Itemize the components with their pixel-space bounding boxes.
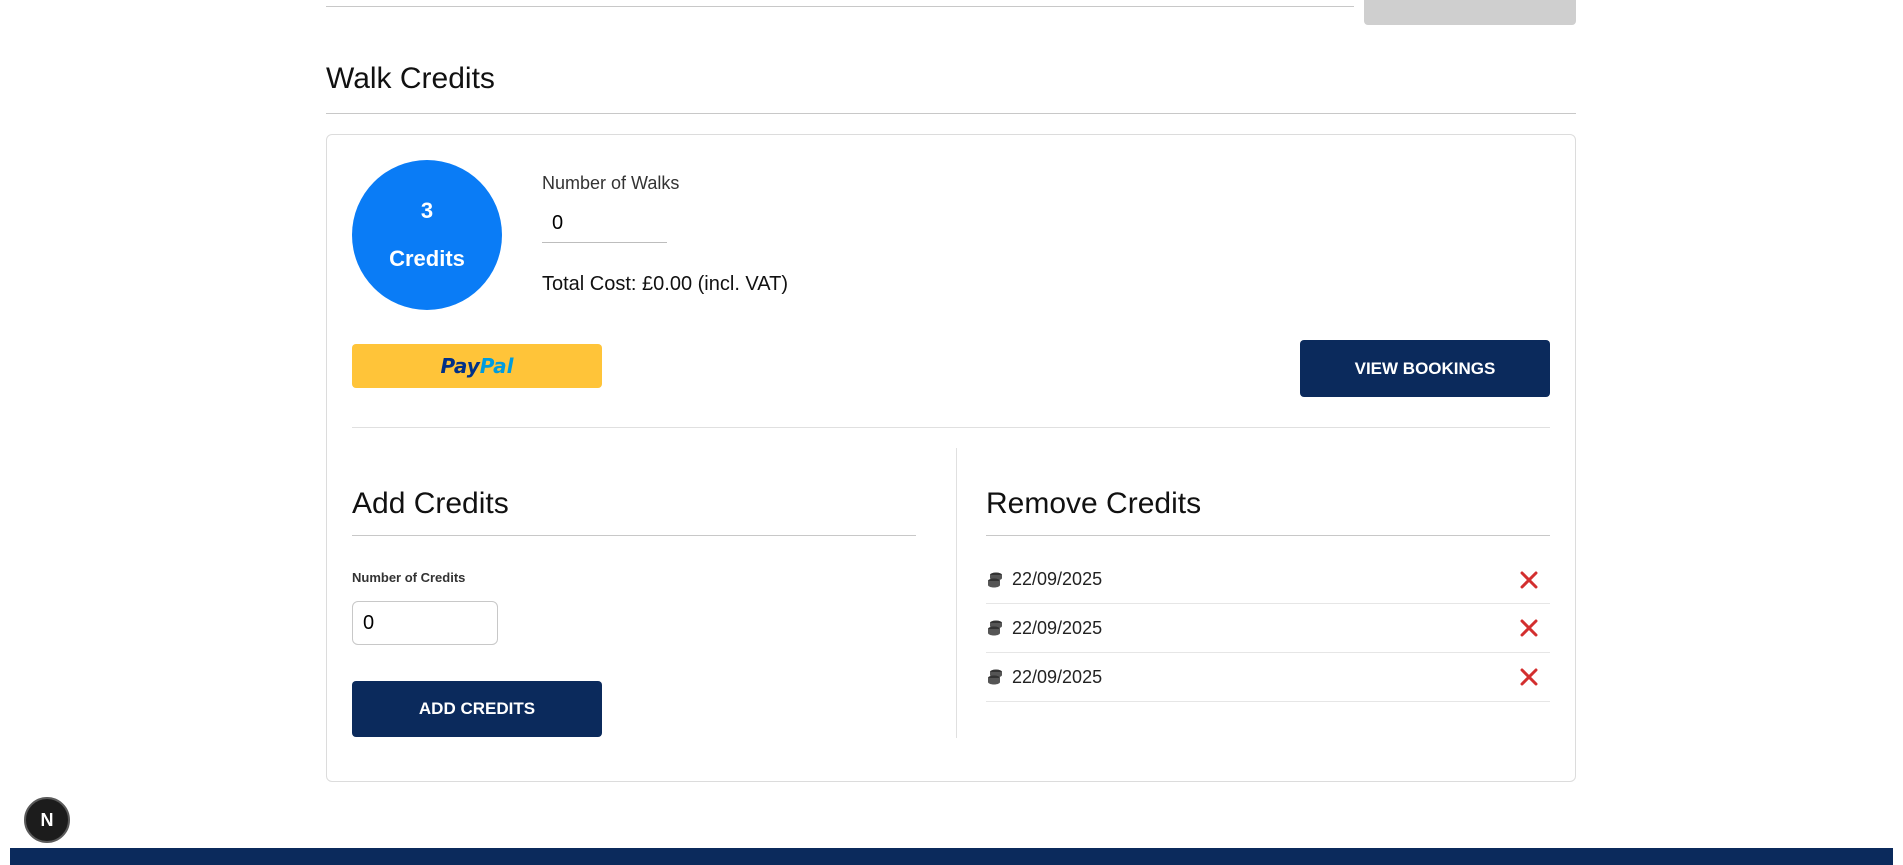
add-new-dog-button[interactable]: ADD NEW DOG [1364, 0, 1576, 25]
coins-icon [988, 620, 1002, 636]
credit-unit: Credits [389, 246, 465, 271]
footer-bar [10, 848, 1893, 865]
credit-date: 22/09/2025 [1012, 666, 1103, 687]
coins-icon [988, 572, 1002, 587]
nextjs-dev-badge[interactable]: N [24, 797, 70, 843]
remove-credits-divider [986, 535, 1550, 536]
paypal-logo-pay: Pay [440, 354, 480, 378]
remove-credits-list: 22/09/2025 22/09/2025 22/09/2025 [986, 556, 1550, 702]
add-credits-title: Add Credits [352, 487, 509, 520]
walk-credits-title: Walk Credits [326, 62, 495, 95]
credit-entry: 22/09/2025 [986, 569, 1102, 590]
number-of-credits-label: Number of Credits [352, 570, 466, 585]
number-of-walks-label: Number of Walks [542, 173, 680, 193]
paypal-button[interactable]: Pay Pal [352, 344, 602, 388]
nextjs-letter: N [40, 809, 54, 830]
paypal-logo-pal: Pal [479, 354, 514, 378]
page: ADD NEW DOG Walk Credits 3 Credits Numbe… [0, 0, 1903, 865]
add-credits-button[interactable]: ADD CREDITS [352, 681, 602, 737]
coins-icon [988, 669, 1002, 685]
credit-count: 3 [420, 198, 434, 223]
remove-credit-icon[interactable] [1518, 569, 1540, 591]
walk-credits-divider [326, 113, 1576, 114]
credit-entry: 22/09/2025 [986, 667, 1102, 688]
credit-date: 22/09/2025 [1012, 617, 1103, 638]
list-item: 22/09/2025 [986, 556, 1550, 604]
remove-credit-icon[interactable] [1518, 666, 1540, 688]
total-cost: Total Cost: £0.00 (incl. VAT) [542, 273, 789, 295]
remove-credit-icon[interactable] [1518, 617, 1540, 639]
add-credits-divider [352, 535, 916, 536]
number-of-credits-input[interactable] [352, 601, 498, 645]
list-item: 22/09/2025 [986, 604, 1550, 653]
column-divider [956, 448, 957, 738]
credit-balance-circle: 3 Credits [352, 160, 502, 310]
list-item: 22/09/2025 [986, 653, 1550, 702]
credit-entry: 22/09/2025 [986, 618, 1102, 639]
remove-credits-title: Remove Credits [986, 487, 1202, 520]
number-of-walks-input[interactable] [542, 205, 667, 243]
card-divider [352, 427, 1550, 428]
top-divider [326, 6, 1354, 7]
credit-date: 22/09/2025 [1012, 569, 1103, 589]
view-bookings-button[interactable]: VIEW BOOKINGS [1300, 340, 1550, 397]
